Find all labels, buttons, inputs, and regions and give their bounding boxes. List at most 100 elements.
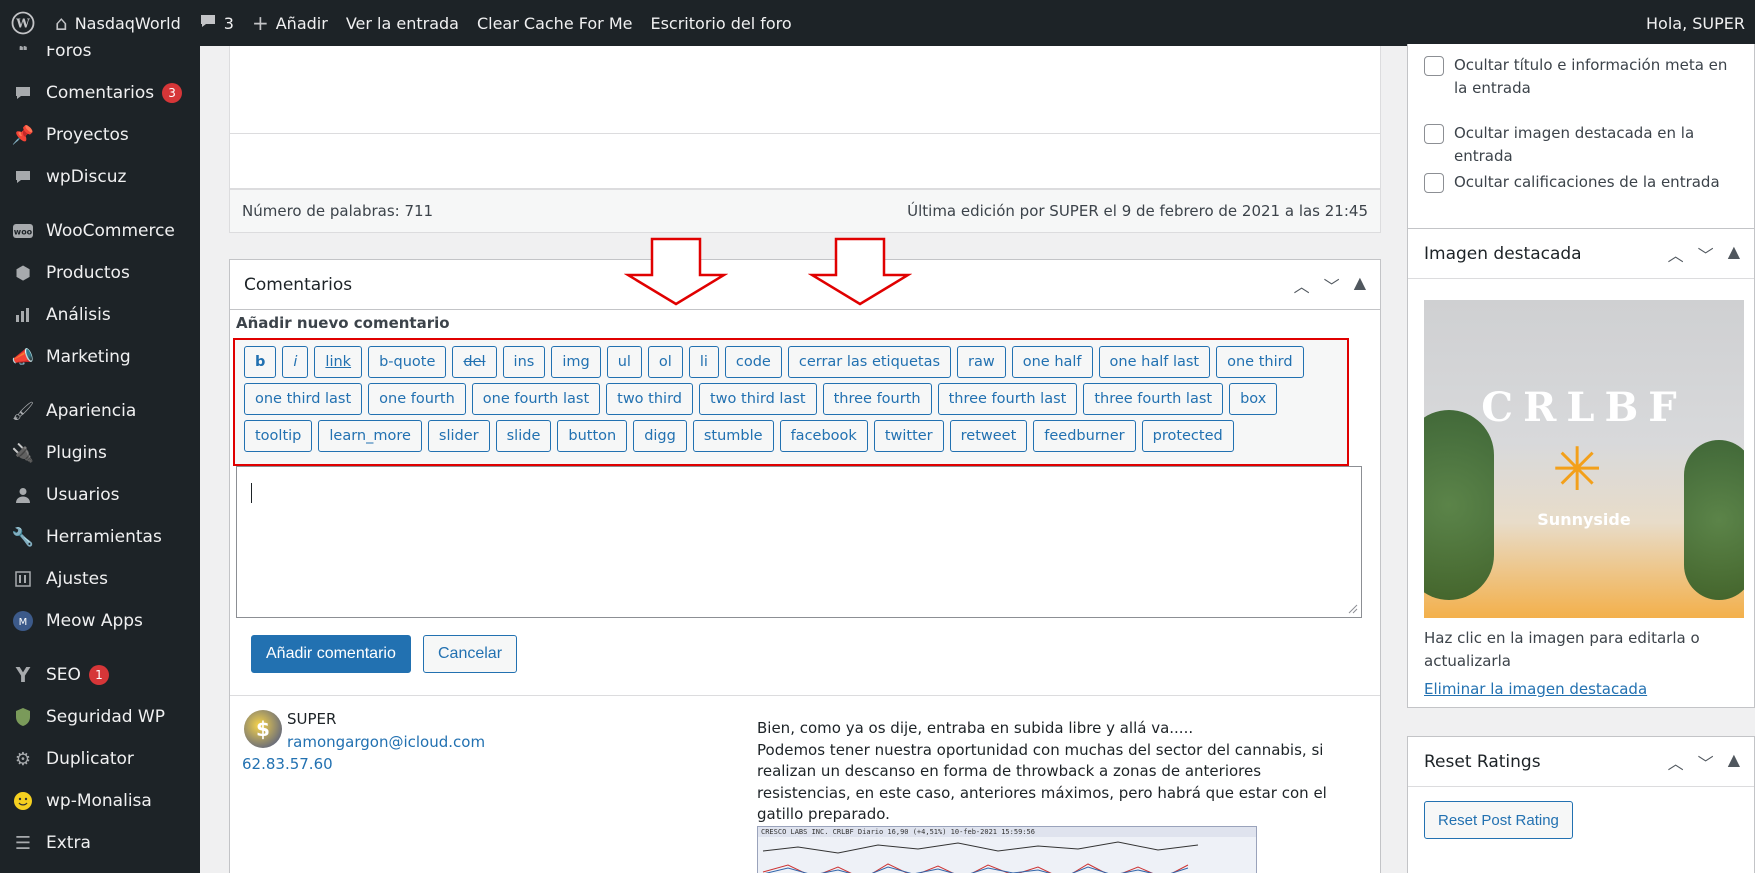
collapse-toggle-icon[interactable]: ▲: [1728, 750, 1740, 774]
bar-chart-icon: [10, 302, 36, 328]
quicktag-two-third-button[interactable]: two third: [606, 383, 693, 415]
quicktag-stumble-button[interactable]: stumble: [692, 420, 774, 452]
resize-handle-icon[interactable]: [1348, 604, 1358, 614]
post-editor-area[interactable]: [229, 46, 1381, 189]
move-up-icon[interactable]: ︿: [1668, 242, 1684, 266]
collapse-toggle-icon[interactable]: ▲: [1354, 273, 1366, 297]
clear-cache-link[interactable]: Clear Cache For Me: [468, 0, 642, 46]
sidebar-item-extra[interactable]: ☰ Extra: [0, 822, 200, 864]
quicktag-b-quote-button[interactable]: b-quote: [368, 346, 447, 378]
comment-textarea[interactable]: [236, 466, 1362, 618]
move-up-icon[interactable]: ︿: [1668, 750, 1684, 774]
sidebar-item-security[interactable]: Seguridad WP: [0, 696, 200, 738]
quicktag-one-fourth-button[interactable]: one fourth: [368, 383, 466, 415]
quicktag-one-fourth-last-button[interactable]: one fourth last: [471, 383, 601, 415]
sidebar-item-seo[interactable]: Y SEO 1: [0, 654, 200, 696]
sidebar-item-marketing[interactable]: 📣 Marketing: [0, 336, 200, 378]
quicktag-code-button[interactable]: code: [724, 346, 782, 378]
quicktag-two-third-last-button[interactable]: two third last: [698, 383, 817, 415]
comment-author-email[interactable]: ramongargon@icloud.com: [287, 733, 485, 751]
reset-post-rating-button[interactable]: Reset Post Rating: [1424, 801, 1573, 839]
view-post-link[interactable]: Ver la entrada: [337, 0, 468, 46]
quicktag-raw-button[interactable]: raw: [957, 346, 1006, 378]
featured-image-thumbnail[interactable]: CRLBF ✳ Sunnyside: [1424, 300, 1744, 618]
quicktag-learn-more-button[interactable]: learn_more: [318, 420, 422, 452]
quicktag-twitter-button[interactable]: twitter: [873, 420, 944, 452]
quicktag-one-third-button[interactable]: one third: [1216, 346, 1304, 378]
quicktag-three-fourth-button[interactable]: three fourth: [822, 383, 932, 415]
account-menu[interactable]: Hola, SUPER: [1637, 0, 1755, 46]
quicktag-three-fourth-last-button[interactable]: three fourth last: [937, 383, 1078, 415]
move-down-icon[interactable]: ﹀: [1698, 750, 1714, 774]
metabox-handles: ︿ ﹀ ▲: [1668, 750, 1740, 774]
plug-icon: 🔌: [11, 442, 35, 464]
wordpress-logo-icon[interactable]: W: [0, 0, 46, 46]
sidebar-item-meow-apps[interactable]: M Meow Apps: [0, 600, 200, 642]
sidebar-item-label: Comentarios: [46, 83, 155, 103]
quicktag-slide-button[interactable]: slide: [495, 420, 552, 452]
sidebar-item-wp-monalisa[interactable]: wp-Monalisa: [0, 780, 200, 822]
collapse-toggle-icon[interactable]: ▲: [1728, 242, 1740, 266]
quicktag-li-button[interactable]: li: [688, 346, 719, 378]
quicktag-link-button[interactable]: link: [314, 346, 363, 378]
sidebar-item-analytics[interactable]: Análisis: [0, 294, 200, 336]
sidebar-item-users[interactable]: Usuarios: [0, 474, 200, 516]
sidebar-item-plugins[interactable]: 🔌 Plugins: [0, 432, 200, 474]
option-hide-title[interactable]: Ocultar título e información meta en la …: [1424, 54, 1744, 100]
annotation-arrow-left: [624, 237, 728, 306]
quicktag-retweet-button[interactable]: retweet: [949, 420, 1028, 452]
sidebar-item-appearance[interactable]: 🖌 Apariencia: [0, 390, 200, 432]
sidebar-item-tools[interactable]: 🔧 Herramientas: [0, 516, 200, 558]
hide-featured-image-checkbox[interactable]: [1424, 124, 1444, 144]
quicktag-box-button[interactable]: box: [1229, 383, 1278, 415]
quicktag-digg-button[interactable]: digg: [633, 420, 687, 452]
quicktag-slider-button[interactable]: slider: [427, 420, 490, 452]
quicktag-three-fourth-last-button[interactable]: three fourth last: [1083, 383, 1224, 415]
hide-ratings-checkbox[interactable]: [1424, 173, 1444, 193]
add-comment-button[interactable]: Añadir comentario: [251, 635, 411, 673]
sidebar-item-forums[interactable]: ❝ Foros: [0, 46, 200, 72]
cancel-button[interactable]: Cancelar: [423, 635, 518, 673]
sidebar-item-settings[interactable]: Ajustes: [0, 558, 200, 600]
sidebar-item-woocommerce[interactable]: woo WooCommerce: [0, 210, 200, 252]
quicktag-i-button[interactable]: i: [282, 346, 309, 378]
site-name: NasdaqWorld: [74, 13, 181, 33]
remove-featured-image-link[interactable]: Eliminar la imagen destacada: [1424, 680, 1647, 698]
sidebar-item-wpdiscuz[interactable]: wpDiscuz: [0, 156, 200, 198]
sidebar-item-products[interactable]: ⬢ Productos: [0, 252, 200, 294]
comment-author-ip[interactable]: 62.83.57.60: [242, 755, 333, 773]
quicktag-b-button[interactable]: b: [244, 346, 277, 378]
move-down-icon[interactable]: ﹀: [1698, 242, 1714, 266]
quicktag-ul-button[interactable]: ul: [606, 346, 642, 378]
quicktag-img-button[interactable]: img: [551, 346, 601, 378]
tree-decoration: [1424, 410, 1494, 600]
quicktag-tooltip-button[interactable]: tooltip: [244, 420, 313, 452]
option-hide-featured-image[interactable]: Ocultar imagen destacada en la entrada: [1424, 122, 1754, 168]
option-hide-ratings[interactable]: Ocultar calificaciones de la entrada: [1424, 171, 1720, 194]
sidebar-item-comments[interactable]: Comentarios 3: [0, 72, 200, 114]
quicktag-facebook-button[interactable]: facebook: [779, 420, 868, 452]
comments-link[interactable]: 3: [190, 0, 243, 46]
sidebar-item-projects[interactable]: 📌 Proyectos: [0, 114, 200, 156]
sidebar-item-duplicator[interactable]: ⚙ Duplicator: [0, 738, 200, 780]
featured-image-subtitle: Sunnyside: [1537, 510, 1631, 529]
hide-title-checkbox[interactable]: [1424, 56, 1444, 76]
comments-count: 3: [223, 13, 234, 33]
avatar: $: [244, 710, 282, 748]
quicktag-one-third-last-button[interactable]: one third last: [244, 383, 363, 415]
quicktag-one-half-last-button[interactable]: one half last: [1098, 346, 1211, 378]
quicktag-one-half-button[interactable]: one half: [1011, 346, 1093, 378]
quicktag-del-button[interactable]: del: [452, 346, 497, 378]
move-up-icon[interactable]: ︿: [1294, 273, 1310, 297]
quicktag-button-button[interactable]: button: [557, 420, 628, 452]
quicktag-feedburner-button[interactable]: feedburner: [1033, 420, 1136, 452]
move-down-icon[interactable]: ﹀: [1324, 273, 1340, 297]
sidebar-item-label: Extra: [46, 833, 91, 853]
quicktag-cerrar-las-etiquetas-button[interactable]: cerrar las etiquetas: [787, 346, 952, 378]
quicktag-ol-button[interactable]: ol: [647, 346, 683, 378]
quicktag-protected-button[interactable]: protected: [1141, 420, 1234, 452]
forum-desk-link[interactable]: Escritorio del foro: [641, 0, 800, 46]
quicktag-ins-button[interactable]: ins: [502, 346, 546, 378]
add-new-menu[interactable]: + Añadir: [243, 0, 337, 46]
site-name-link[interactable]: ⌂ NasdaqWorld: [46, 0, 190, 46]
